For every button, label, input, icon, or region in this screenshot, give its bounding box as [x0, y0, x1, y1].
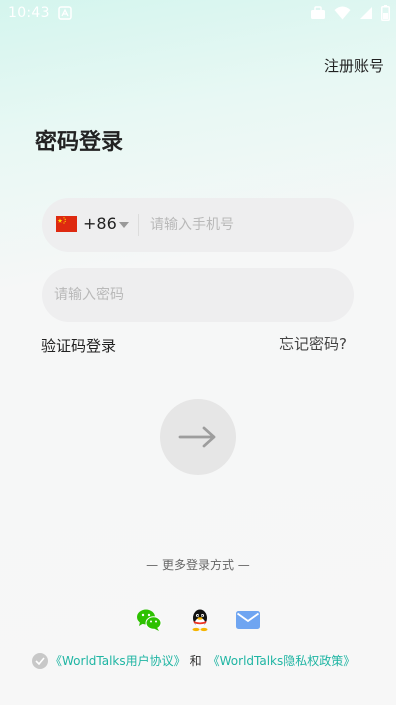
- agreement-checkbox[interactable]: [32, 652, 48, 669]
- password-field: [42, 268, 354, 322]
- battery-icon: [381, 5, 390, 21]
- wifi-icon: [334, 6, 351, 20]
- forgot-password-link[interactable]: 忘记密码?: [279, 333, 347, 354]
- privacy-policy-link[interactable]: 《WorldTalks隐私权政策》: [208, 652, 356, 669]
- field-divider: [138, 214, 139, 236]
- country-code[interactable]: +86: [83, 214, 117, 233]
- phone-input[interactable]: [150, 198, 340, 252]
- mail-icon[interactable]: [235, 608, 261, 632]
- chevron-down-icon[interactable]: [119, 222, 129, 228]
- page-title: 密码登录: [35, 130, 124, 155]
- signal-icon: [360, 7, 372, 19]
- wechat-icon[interactable]: [136, 608, 162, 632]
- qq-icon[interactable]: [187, 608, 213, 632]
- register-account-link[interactable]: 注册账号: [324, 55, 384, 76]
- agreement-row: 《WorldTalks用户协议》 和 《WorldTalks隐私权政策》: [32, 652, 355, 669]
- briefcase-icon: [311, 6, 325, 19]
- password-input[interactable]: [54, 268, 340, 322]
- arrow-right-icon: [178, 426, 216, 448]
- user-agreement-link[interactable]: 《WorldTalks用户协议》: [50, 652, 186, 669]
- check-icon: [35, 656, 45, 665]
- status-time: 10:43: [8, 5, 50, 21]
- sms-login-link[interactable]: 验证码登录: [41, 335, 116, 356]
- login-submit-button[interactable]: [160, 399, 236, 475]
- phone-field: +86: [42, 198, 354, 252]
- cn-flag-icon[interactable]: [56, 216, 77, 232]
- more-login-methods-label: — 更多登录方式 —: [146, 558, 250, 572]
- status-bar: 10:43: [0, 0, 396, 28]
- app-store-icon: [58, 6, 72, 20]
- agreement-and-text: 和: [189, 654, 202, 668]
